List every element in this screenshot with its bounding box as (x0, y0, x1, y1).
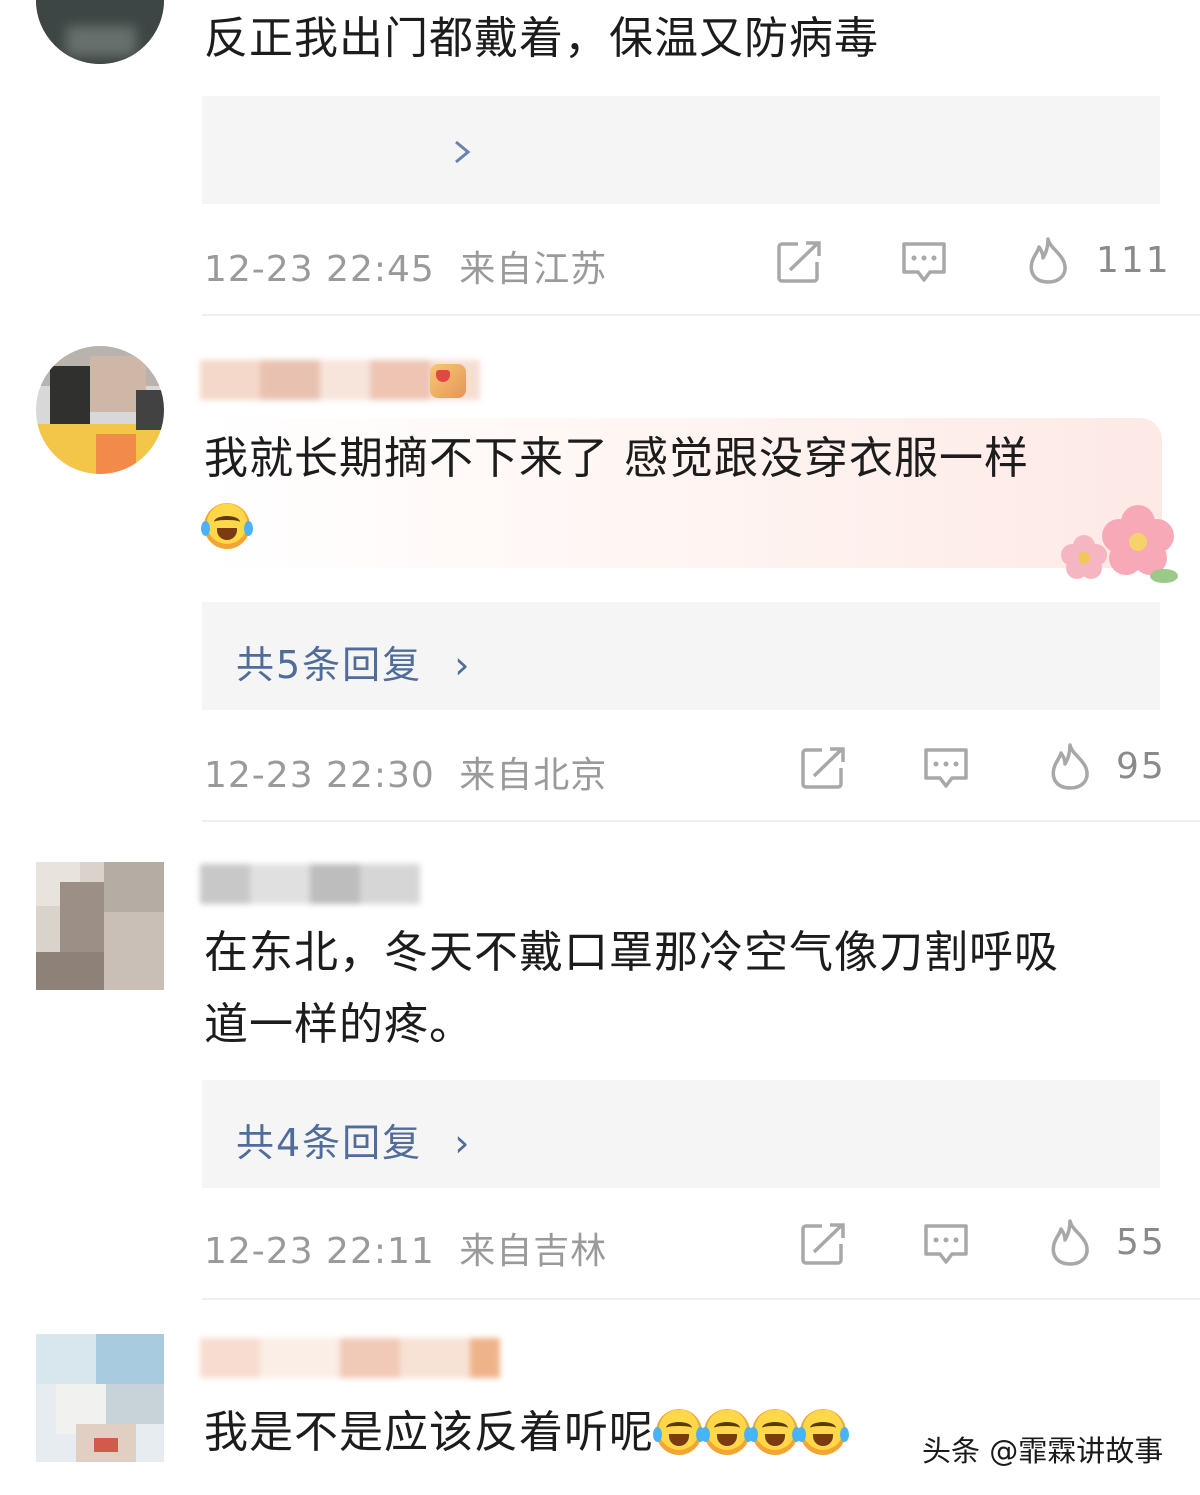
vip-badge-icon (430, 364, 466, 398)
comment-text-content: 我是不是应该反着听呢 (204, 1407, 654, 1458)
laugh-cry-emoji (797, 1409, 849, 1455)
comment-datetime: 12-23 22:30 (204, 755, 435, 796)
reply-box[interactable]: 共4条回复 › (202, 1080, 1160, 1188)
reply-count-label: 共4条回复 (236, 1121, 423, 1165)
comment-location: 来自江苏 (459, 249, 608, 290)
comment-3: 在东北，冬天不戴口罩那冷空气像刀割呼吸 道一样的疼。 共4条回复 › 12-23… (0, 822, 1200, 1300)
chevron-right-icon: › (454, 643, 472, 687)
laugh-cry-emoji (201, 503, 253, 549)
comment-datetime: 12-23 22:11 (204, 1231, 435, 1272)
reply-box[interactable]: 共5条回复 › (202, 602, 1160, 710)
comment-text: 反正我出门都戴着，保温又防病毒 (204, 13, 879, 64)
comment-icon[interactable] (922, 1222, 970, 1266)
fire-like-icon[interactable] (1026, 236, 1070, 284)
share-icon[interactable] (776, 240, 824, 284)
like-count: 95 (1116, 746, 1166, 787)
comment-2: 我就长期摘不下来了 感觉跟没穿衣服一样 共5条回复 › 12-23 22:30 … (0, 316, 1200, 822)
avatar[interactable] (36, 862, 164, 990)
comment-1: 反正我出门都戴着，保温又防病毒 12-23 22:45 来自江苏 111 (0, 0, 1200, 316)
username[interactable] (200, 864, 420, 904)
laugh-cry-emoji (701, 1409, 753, 1455)
comment-text: 在东北，冬天不戴口罩那冷空气像刀割呼吸 (204, 927, 1059, 978)
comment-icon[interactable] (922, 746, 970, 790)
comment-datetime: 12-23 22:45 (204, 249, 435, 290)
comment-text: 我就长期摘不下来了 感觉跟没穿衣服一样 (204, 433, 1029, 484)
avatar[interactable] (36, 346, 164, 474)
comment-meta: 12-23 22:11 来自吉林 (204, 1222, 607, 1274)
comment-meta: 12-23 22:45 来自江苏 (204, 240, 607, 292)
arrow-image (216, 140, 471, 164)
link-preview-box[interactable] (202, 96, 1160, 204)
like-count: 55 (1116, 1222, 1166, 1263)
comment-meta: 12-23 22:30 来自北京 (204, 746, 607, 798)
avatar[interactable] (36, 0, 164, 64)
share-icon[interactable] (800, 746, 848, 790)
comment-text: 我是不是应该反着听呢 (204, 1398, 849, 1468)
share-icon[interactable] (800, 1222, 848, 1266)
laugh-cry-emoji (653, 1409, 705, 1455)
laugh-cry-emoji (749, 1409, 801, 1455)
fire-like-icon[interactable] (1048, 1218, 1092, 1266)
source-watermark: 头条 @霏霖讲故事 (922, 1434, 1164, 1468)
reply-count-link[interactable]: 共5条回复 › (236, 634, 471, 689)
comment-icon[interactable] (900, 240, 948, 284)
username[interactable] (200, 1338, 500, 1378)
comment-emoji-line (201, 492, 253, 562)
like-count: 111 (1096, 240, 1171, 281)
chevron-right-icon: › (454, 1121, 472, 1165)
reply-count-label: 共5条回复 (236, 643, 423, 687)
fire-like-icon[interactable] (1048, 742, 1092, 790)
comment-location: 来自吉林 (459, 1231, 608, 1272)
reply-count-link[interactable]: 共4条回复 › (236, 1112, 471, 1167)
comment-location: 来自北京 (459, 755, 608, 796)
flower-decoration-icon (1061, 505, 1178, 583)
comment-text-line2: 道一样的疼。 (204, 999, 474, 1050)
avatar[interactable] (36, 1334, 164, 1462)
